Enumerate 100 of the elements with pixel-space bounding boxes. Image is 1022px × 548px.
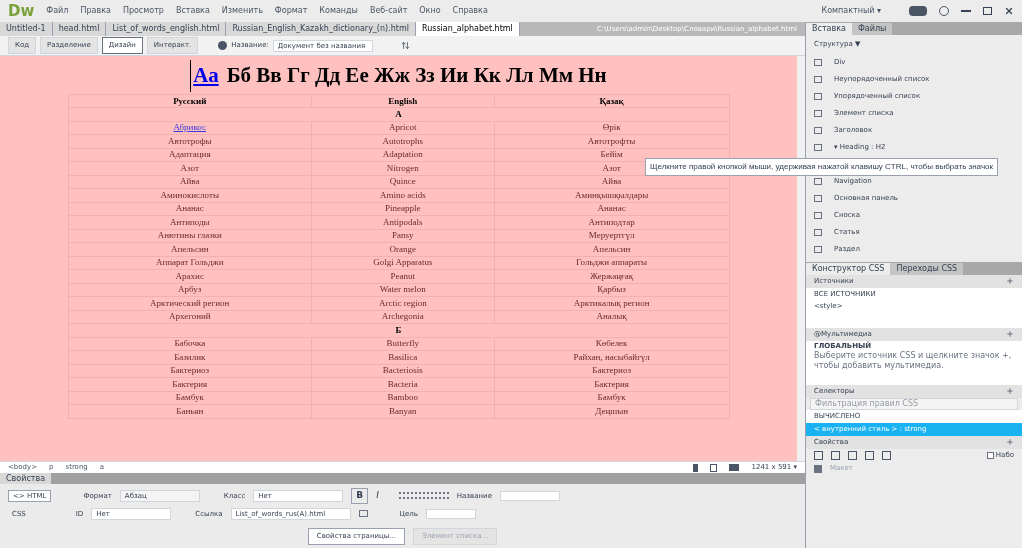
restore-icon[interactable] — [983, 7, 992, 15]
table-cell: Quince — [389, 176, 416, 187]
letter-heading: А — [395, 108, 402, 119]
desktop-icon[interactable] — [729, 464, 740, 471]
document-tab[interactable]: Russian_English_Kazakh_dictionary_(n).html — [226, 22, 416, 36]
menu-item[interactable]: Формат — [274, 5, 308, 17]
table-cell: Меруертгүл — [588, 230, 635, 241]
table-cell: Қарбыз — [597, 284, 626, 295]
word-link[interactable]: Абрикос — [173, 122, 207, 133]
table-cell: Арахис — [175, 270, 204, 281]
table-cell: Бамбук — [597, 392, 626, 403]
menu-item[interactable]: Просмотр — [122, 5, 164, 17]
table-cell: Аминокислоты — [160, 189, 219, 200]
table-cell: Жержаңғақ — [590, 270, 634, 281]
table-cell: Orange — [389, 243, 417, 254]
menu-item[interactable]: Правка — [80, 5, 111, 17]
element-icon — [814, 245, 822, 253]
table-cell: Banyan — [389, 405, 417, 416]
table-cell: Бактериоз — [592, 365, 631, 376]
sort-icon[interactable] — [400, 41, 410, 50]
menu-item[interactable]: Файл — [46, 5, 69, 17]
folder-icon[interactable] — [358, 510, 368, 518]
table-cell: Peanut — [390, 270, 416, 281]
italic-button[interactable]: I — [376, 489, 379, 503]
layout-icon[interactable] — [909, 6, 927, 16]
table-cell: Golgi Apparatus — [373, 257, 433, 268]
table-cell: Nitrogen — [386, 162, 419, 173]
element-icon — [814, 177, 822, 185]
element-icon — [814, 143, 822, 151]
menu-item[interactable]: Окно — [419, 5, 441, 17]
column-header: Қазақ — [494, 94, 729, 108]
panel-tab[interactable]: Файлы — [851, 23, 893, 35]
properties-tab[interactable]: Свойства — [0, 473, 52, 484]
globe-icon[interactable] — [218, 41, 228, 50]
table-cell: Айва — [601, 176, 622, 187]
document-tab[interactable]: head.html — [52, 22, 107, 36]
table-cell: Баньян — [176, 405, 204, 416]
table-cell: Archegonia — [381, 311, 424, 322]
table-cell: Көбелек — [595, 338, 628, 349]
table-cell: Basilica — [388, 351, 418, 362]
table-cell: Адаптация — [168, 149, 211, 160]
table-cell: Архегоний — [168, 311, 211, 322]
table-cell: Анютины глазки — [157, 230, 222, 241]
element-icon — [814, 75, 822, 83]
table-cell: Бабочка — [174, 338, 206, 349]
table-cell: Апельсин — [171, 243, 209, 254]
panel-tab[interactable]: Конструктор CSS — [806, 262, 891, 275]
table-cell: Autotrophs — [382, 135, 424, 146]
table-cell: Антиподтар — [588, 216, 635, 227]
tablet-icon[interactable] — [710, 463, 718, 472]
table-cell: Аминқышқылдары — [575, 189, 649, 200]
table-cell: Арктикалық регион — [573, 297, 650, 308]
app-logo: Dw — [8, 0, 35, 22]
table-cell: Бейім — [600, 149, 623, 160]
layout-icon — [814, 464, 822, 473]
title-prop-field[interactable] — [499, 490, 560, 501]
bold-button[interactable]: B — [351, 488, 369, 504]
table-cell: Аналық — [596, 311, 627, 322]
panel-tab[interactable]: Переходы CSS — [890, 262, 964, 275]
menu-item[interactable]: Вставка — [175, 5, 210, 17]
menu-item[interactable]: Команды — [319, 5, 358, 17]
add-icon[interactable] — [1006, 387, 1014, 395]
mobile-icon[interactable] — [693, 463, 699, 472]
tooltip: Щелкните правой кнопкой мыши, удерживая нажатой клавишу CTRL, чтобы выбрать значок — [645, 158, 998, 176]
table-cell: Amino acids — [380, 189, 426, 200]
table-cell: Антиподы — [169, 216, 210, 227]
element-icon — [814, 228, 822, 236]
add-icon[interactable] — [1006, 438, 1014, 446]
table-cell: Apricot — [389, 122, 417, 133]
letter-link[interactable]: Аа — [190, 60, 219, 92]
table-cell: Аппарат Гольджи — [155, 257, 224, 268]
list-icons[interactable] — [398, 492, 449, 500]
element-icon — [814, 126, 822, 134]
show-set-checkbox[interactable] — [986, 452, 994, 459]
table-cell: Water melon — [379, 284, 426, 295]
table-cell: Райхан, насыбайгүл — [573, 351, 650, 362]
document-tab[interactable]: Russian_alphabet.html — [415, 22, 520, 36]
document-tab[interactable]: List_of_words_english.html — [106, 22, 227, 36]
table-cell: Pansy — [392, 230, 414, 241]
table-cell: Бактериоз — [170, 365, 210, 376]
add-icon[interactable] — [1006, 277, 1014, 285]
column-header: English — [311, 94, 495, 108]
element-icon — [814, 92, 822, 100]
letter-heading: Б — [395, 324, 402, 335]
table-cell: Арбуз — [178, 284, 202, 295]
table-cell: Butterfly — [386, 338, 420, 349]
menu-item[interactable]: Веб-сайт — [369, 5, 408, 17]
workspace-switcher[interactable]: Компактный ▾ — [821, 5, 881, 17]
close-icon[interactable] — [1004, 6, 1014, 16]
document-tab[interactable]: Untitled-1 — [0, 22, 53, 36]
table-cell: Автотрофы — [167, 135, 212, 146]
menu-item[interactable]: Изменить — [221, 5, 263, 17]
add-icon[interactable] — [1006, 330, 1014, 338]
element-icon — [814, 194, 822, 202]
table-cell: Азот — [180, 162, 199, 173]
menu-item[interactable]: Справка — [452, 5, 488, 17]
media-hint: Выберите источник CSS и щелкните значок +, чтобы добавить мультимедиа. — [814, 351, 1013, 371]
table-cell: Ананас — [597, 203, 626, 214]
table-cell: Bacteriosis — [382, 365, 423, 376]
panel-tab[interactable]: Вставка — [806, 23, 852, 35]
